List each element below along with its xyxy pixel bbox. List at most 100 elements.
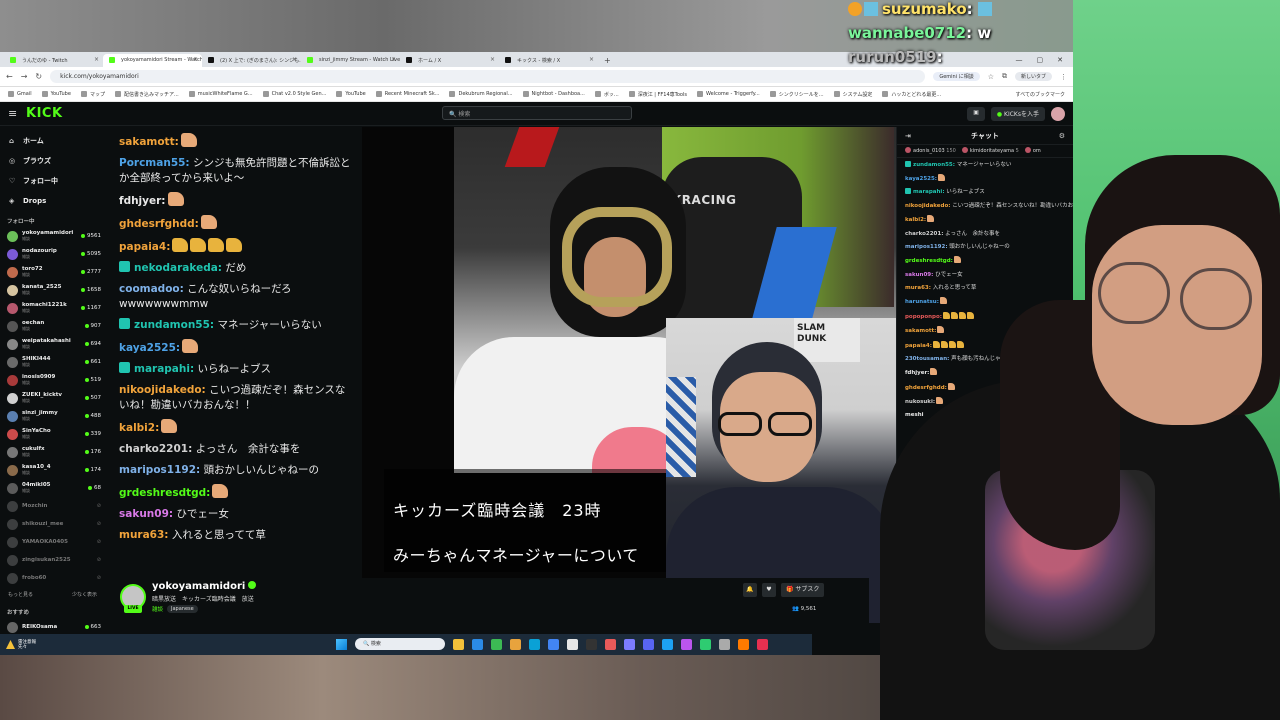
hamburger-menu-icon[interactable]: ≡ [8, 107, 26, 120]
bookmark-item[interactable]: Nightbot - Dashboa... [522, 91, 585, 97]
bookmark-item[interactable]: Recent Minecraft Sk... [375, 91, 439, 97]
top-gifter[interactable]: adonis_0103 150 [905, 147, 956, 155]
taskbar-app-icon[interactable] [719, 638, 730, 650]
bookmark-item[interactable]: YouTube [41, 91, 71, 97]
browser-tab[interactable]: sinzi_jimmy Stream - Watch Live × [301, 54, 400, 67]
chat-username[interactable]: marapahi: [134, 363, 194, 375]
chat-username[interactable]: fdhjyer: [119, 195, 166, 207]
chat-username[interactable]: coomadoo: [119, 283, 184, 295]
taskbar-search[interactable]: 🔍 検索 [355, 638, 445, 650]
chat-username[interactable]: kaya2525: [119, 342, 180, 354]
chat-username[interactable]: mura63: [119, 529, 169, 541]
taskbar-app-icon[interactable] [700, 638, 711, 650]
bookmark-item[interactable]: ボッ... [594, 91, 619, 98]
taskbar-app-icon[interactable] [757, 638, 768, 650]
followed-channel[interactable]: yokoyamamidori 雑談 9561 [0, 227, 105, 245]
bookmark-item[interactable]: シンクリシールを... [769, 91, 824, 98]
bookmark-item[interactable]: YouTube [336, 91, 366, 97]
tab-close-icon[interactable]: × [94, 56, 99, 63]
chat-username[interactable]: ghdesrfghdd: [119, 218, 199, 230]
taskbar-app-icon[interactable] [472, 638, 483, 650]
chat-username[interactable]: charko2201: [905, 231, 943, 237]
followed-channel[interactable]: weipatakahashi 雑談 694 [0, 335, 105, 353]
browser-tab[interactable]: ホーム / X × [400, 54, 499, 67]
browser-tab[interactable]: yokoyamamidori Stream - Watch Live on KI… [103, 54, 202, 67]
new-tab-button[interactable]: + [598, 56, 617, 67]
layout-icon[interactable]: ▣ [967, 106, 985, 121]
bookmark-item[interactable]: Welcome - Triggerfy... [696, 91, 760, 97]
browser-tab[interactable]: キックス - 検索 / X × [499, 54, 598, 67]
chat-username[interactable]: grdeshresdtgd: [905, 258, 953, 264]
all-bookmarks-button[interactable]: すべてのブックマーク [1016, 91, 1065, 98]
followed-channel[interactable]: komachi1221k 雑談 1167 [0, 299, 105, 317]
followed-channel[interactable]: oechan 雑談 907 [0, 317, 105, 335]
bookmark-item[interactable]: 深夜江 | FF14専Tools [628, 91, 687, 98]
followed-channel[interactable]: inosis0909 雑談 519 [0, 371, 105, 389]
chat-username[interactable]: sakun09: [905, 272, 933, 278]
followed-channel[interactable]: kanata_2525 雑談 1658 [0, 281, 105, 299]
chat-username[interactable]: meshi [905, 412, 924, 418]
chat-username[interactable]: zundamon55: [913, 162, 955, 168]
bookmark-item[interactable]: Dekubrum Regional... [449, 91, 513, 97]
tab-close-icon[interactable]: × [490, 56, 495, 63]
taskbar-app-icon[interactable] [567, 638, 578, 650]
search-input[interactable]: 🔍 検索 [442, 106, 632, 120]
subscribe-button[interactable]: 🎁 サブスク [781, 583, 825, 597]
chat-username[interactable]: fdhjyer: [905, 370, 929, 376]
followed-channel[interactable]: sinzi_jimmy 雑談 488 [0, 407, 105, 425]
get-kicks-button[interactable]: ● KICKsを入手 [990, 106, 1045, 121]
show-more-button[interactable]: もっと見る [8, 591, 33, 598]
followed-channel[interactable]: Mozchin ⊘ [0, 497, 105, 515]
sidebar-nav-item[interactable]: ◈ Drops [0, 191, 105, 211]
chat-username[interactable]: marapahi: [913, 189, 945, 195]
followed-channel[interactable]: SinYaCho 雑談 339 [0, 425, 105, 443]
taskbar-app-icon[interactable] [548, 638, 559, 650]
chat-username[interactable]: Porcman55: [119, 157, 190, 169]
followed-channel[interactable]: shikouzi_mee ⊘ [0, 515, 105, 533]
back-icon[interactable]: ← [6, 72, 13, 81]
taskbar-app-icon[interactable] [681, 638, 692, 650]
tab-close-icon[interactable]: × [589, 56, 594, 63]
show-less-button[interactable]: 少なく表示 [72, 591, 97, 598]
chat-username[interactable]: nikoojidakedo: [905, 203, 950, 209]
url-field[interactable]: kick.com/yokoyamamidori [50, 70, 926, 83]
taskbar-app-icon[interactable] [453, 638, 464, 650]
followed-channel[interactable]: zingisukan2525 ⊘ [0, 551, 105, 569]
chat-username[interactable]: maripos1192: [119, 464, 200, 476]
sidebar-nav-item[interactable]: ♡ フォロー中 [0, 171, 105, 191]
chat-username[interactable]: maripos1192: [905, 244, 948, 250]
bookmark-item[interactable]: 配信書き込みマッチア... [114, 91, 179, 98]
followed-channel[interactable]: toro72 雑談 2777 [0, 263, 105, 281]
weather-widget[interactable]: 雷注意報 先々 [0, 640, 90, 650]
bookmark-item[interactable]: Gmail [8, 91, 32, 97]
chat-username[interactable]: popoponpo: [905, 314, 942, 320]
chat-username[interactable]: kalbi2: [905, 217, 926, 223]
tab-close-icon[interactable]: × [391, 56, 396, 63]
bookmark-item[interactable]: ハッカとどれる最更... [882, 91, 941, 98]
followed-channel[interactable]: SHIKI444 雑談 661 [0, 353, 105, 371]
taskbar-app-icon[interactable] [491, 638, 502, 650]
browser-tab[interactable]: (2) X 上で: (ぎのまさん): シンジも... × [202, 54, 301, 67]
chat-username[interactable]: kalbi2: [119, 422, 159, 434]
windows-start-icon[interactable] [336, 638, 347, 650]
forward-icon[interactable]: → [21, 72, 28, 81]
collapse-chat-icon[interactable]: ⇥ [905, 132, 911, 140]
chat-username[interactable]: kaya2525: [905, 176, 937, 182]
chat-username[interactable]: grdeshresdtgd: [119, 487, 210, 499]
chat-username[interactable]: nikoojidakedo: [119, 384, 206, 396]
followed-channel[interactable]: cukulfx 雑談 176 [0, 443, 105, 461]
tab-close-icon[interactable]: × [193, 56, 198, 63]
bookmark-item[interactable]: システム設定 [833, 91, 872, 98]
top-gifter[interactable]: om [1024, 147, 1041, 155]
chat-username[interactable]: 230tousaman: [905, 356, 949, 362]
chat-username[interactable]: charko2201: [119, 443, 192, 455]
followed-channel[interactable]: 04mikl05 雑談 68 [0, 479, 105, 497]
chat-username[interactable]: nekodarakeda: [134, 262, 222, 274]
follow-heart-icon[interactable]: ♥ [762, 583, 776, 597]
chat-username[interactable]: mura63: [905, 285, 931, 291]
chat-username[interactable]: nukosuki: [905, 399, 935, 405]
taskbar-app-icon[interactable] [510, 638, 521, 650]
stream-category[interactable]: 雑談 [152, 605, 163, 613]
bookmark-item[interactable]: マップ [80, 91, 105, 98]
recommended-channel[interactable]: REIKOsama 663 [0, 618, 105, 635]
